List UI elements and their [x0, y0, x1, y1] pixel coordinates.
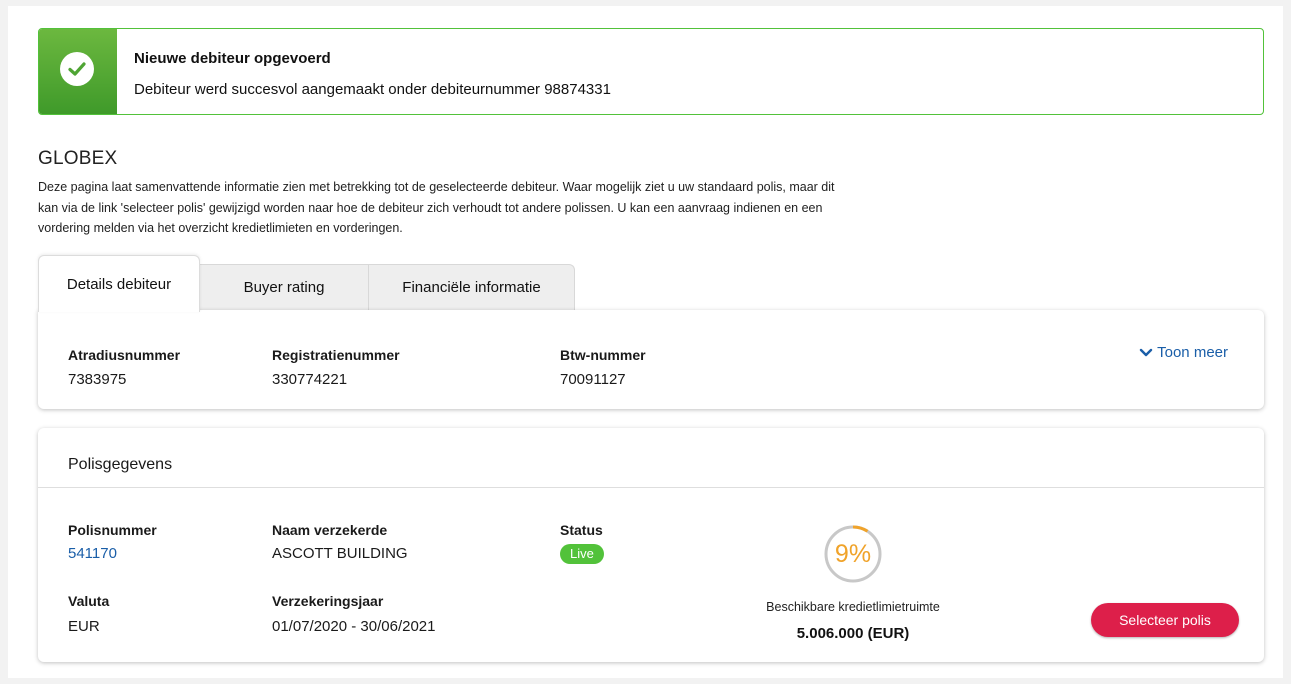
- status-label: Status: [560, 522, 603, 538]
- atradiusnummer-label: Atradiusnummer: [68, 347, 181, 363]
- tab-financiele-informatie[interactable]: Financiële informatie: [368, 264, 575, 310]
- status-badge: Live: [560, 544, 604, 564]
- toon-meer-label: Toon meer: [1157, 344, 1228, 361]
- credit-value: 5.006.000 (EUR): [796, 625, 910, 642]
- banner-icon-panel: [39, 29, 117, 114]
- page-description: Deze pagina laat samenvattende informati…: [38, 180, 835, 235]
- chevron-down-icon: [1139, 348, 1153, 356]
- policy-card-title: Polisgegevens: [68, 456, 173, 473]
- credit-label: Beschikbare kredietlimietruimte: [766, 600, 940, 614]
- valuta-value: EUR: [68, 618, 100, 635]
- valuta-label: Valuta: [68, 593, 110, 609]
- policy-card: Polisgegevens Polisnummer 541170 Naam ve…: [38, 428, 1264, 662]
- credit-usage-gauge: 9%: [823, 524, 883, 584]
- details-card: Atradiusnummer 7383975 Registratienummer…: [38, 310, 1264, 409]
- check-icon: [60, 52, 94, 86]
- verzekeringsjaar-value: 01/07/2020 - 30/06/2021: [272, 618, 436, 635]
- success-banner: Nieuwe debiteur opgevoerd Debiteur werd …: [38, 28, 1264, 115]
- polisnummer-label: Polisnummer: [68, 522, 157, 538]
- tab-details-debiteur[interactable]: Details debiteur: [38, 255, 200, 312]
- policy-card-header: Polisgegevens: [38, 428, 1264, 488]
- verzekeringsjaar-label: Verzekeringsjaar: [272, 593, 384, 609]
- toon-meer-link[interactable]: Toon meer: [1139, 344, 1228, 361]
- selecteer-polis-button[interactable]: Selecteer polis: [1091, 603, 1239, 637]
- page-title: GLOBEX: [38, 148, 118, 169]
- polisnummer-link[interactable]: 541170: [68, 545, 117, 562]
- btw-nummer-label: Btw-nummer: [560, 347, 646, 363]
- naam-verzekerde-value: ASCOTT BUILDING: [272, 545, 408, 562]
- btw-nummer-value: 70091127: [560, 371, 626, 388]
- banner-message: Debiteur werd succesvol aangemaakt onder…: [134, 81, 611, 98]
- atradiusnummer-value: 7383975: [68, 371, 127, 388]
- registratienummer-value: 330774221: [272, 371, 348, 388]
- registratienummer-label: Registratienummer: [272, 347, 400, 363]
- naam-verzekerde-label: Naam verzekerde: [272, 522, 388, 538]
- gauge-percent: 9%: [834, 540, 872, 568]
- tab-buyer-rating[interactable]: Buyer rating: [199, 264, 369, 310]
- page: Nieuwe debiteur opgevoerd Debiteur werd …: [8, 6, 1283, 678]
- banner-title: Nieuwe debiteur opgevoerd: [134, 50, 331, 67]
